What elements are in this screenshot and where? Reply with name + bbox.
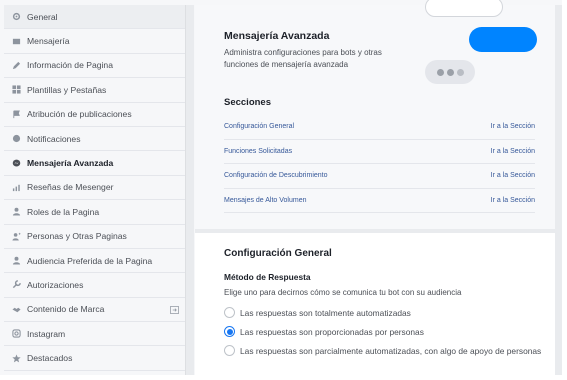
sidebar-item-label: Plantillas y Pestañas [27, 84, 107, 95]
sidebar-item-label: Autorizaciones [27, 279, 84, 290]
radio-button[interactable] [224, 345, 235, 356]
section-row: Configuración General Ir a la Sección [224, 115, 535, 140]
go-to-section-link[interactable]: Ir a la Sección [491, 123, 535, 130]
section-row: Mensajes de Alto Volumen Ir a la Sección [224, 189, 535, 213]
typing-dot [436, 68, 444, 76]
sidebar-item-attribution[interactable]: Atribución de publicaciones [4, 103, 185, 127]
wrench-icon [12, 280, 21, 289]
window-edge [0, 375, 567, 380]
sidebar-item-featured[interactable]: Destacados [4, 346, 185, 371]
page-title: Mensajería Avanzada [224, 30, 330, 42]
person-icon [12, 207, 21, 216]
radio-label: Las respuestas son totalmente automatiza… [240, 307, 411, 318]
section-row: Funciones Solicitadas Ir a la Sección [224, 140, 535, 164]
person-icon [12, 256, 21, 265]
radio-option-partial[interactable]: Las respuestas son parcialmente automati… [224, 341, 541, 360]
sidebar-item-label: Personas y Otras Paginas [27, 231, 127, 242]
sidebar-item-page-info[interactable]: Información de Pagina [4, 54, 185, 79]
sidebar-scrollbar[interactable] [186, 5, 194, 375]
star-icon [12, 354, 21, 363]
page-description: Administra configuraciones para bots y o… [224, 48, 382, 69]
response-method-heading: Método de Respuesta [224, 272, 311, 282]
people-icon [12, 232, 21, 241]
sidebar-item-label: Notificaciones [27, 133, 81, 144]
sidebar-item-people-pages[interactable]: Personas y Otras Paginas [4, 225, 185, 249]
radio-label: Las respuestas son proporcionadas por pe… [240, 326, 424, 337]
window-edge [562, 0, 567, 380]
sidebar-item-label: Destacados [27, 353, 73, 364]
sidebar-item-label: Atribución de publicaciones [27, 109, 132, 120]
sidebar-item-notifications[interactable]: Notificaciones [4, 127, 185, 152]
config-title: Configuración General [224, 248, 332, 259]
external-link-icon[interactable] [170, 305, 179, 314]
grid-icon [12, 85, 21, 94]
advanced-messaging-card: Mensajería Avanzada Administra configura… [195, 0, 555, 229]
section-name[interactable]: Funciones Solicitadas [224, 148, 292, 155]
sidebar-item-label: General [27, 11, 58, 22]
sidebar-item-label: Reseñas de Mesenger [27, 182, 114, 193]
settings-window: General Mensajería Información de Pagina… [0, 0, 567, 380]
messenger-icon [12, 159, 21, 168]
sidebar-item-label: Contenido de Marca [27, 304, 105, 315]
section-row: Configuración de Descubrimiento Ir a la … [224, 164, 535, 189]
radio-button-selected[interactable] [224, 326, 235, 337]
sidebar-item-messenger-reviews[interactable]: Reseñas de Mesenger [4, 176, 185, 201]
sidebar-item-templates[interactable]: Plantillas y Pestañas [4, 78, 185, 103]
sidebar-item-instagram[interactable]: Instagram [4, 322, 185, 347]
message-bubble-illustration [469, 27, 537, 52]
sidebar-item-label: Información de Pagina [27, 60, 113, 71]
radio-button[interactable] [224, 307, 235, 318]
response-method-description: Elige uno para decirnos cómo se comunica… [224, 288, 462, 297]
flag-icon [12, 110, 21, 119]
sidebar-item-page-roles[interactable]: Roles de la Pagina [4, 200, 185, 225]
bars-icon [12, 183, 21, 192]
radio-option-automated[interactable]: Las respuestas son totalmente automatiza… [224, 303, 541, 322]
sidebar-item-label: Mensajería Avanzada [27, 158, 114, 169]
sidebar-item-authorizations[interactable]: Autorizaciones [4, 273, 185, 298]
go-to-section-link[interactable]: Ir a la Sección [491, 172, 535, 179]
go-to-section-link[interactable]: Ir a la Sección [491, 148, 535, 155]
handshake-icon [12, 305, 21, 314]
radio-option-human[interactable]: Las respuestas son proporcionadas por pe… [224, 322, 541, 341]
sidebar-item-label: Roles de la Pagina [27, 206, 100, 217]
sidebar-item-label: Instagram [27, 328, 66, 339]
gear-icon [12, 12, 21, 21]
radio-label: Las respuestas son parcialmente automati… [240, 345, 542, 356]
typing-dot [456, 68, 464, 76]
sections-heading: Secciones [224, 97, 271, 108]
sidebar-item-label: Mensajería [27, 36, 70, 47]
response-method-options: Las respuestas son totalmente automatiza… [224, 303, 541, 360]
typing-dot [446, 68, 454, 76]
typing-indicator-illustration [425, 60, 475, 84]
sidebar-item-preferred-audience[interactable]: Audiencia Preferida de la Pagina [4, 249, 185, 274]
sections-list: Configuración General Ir a la Sección Fu… [224, 115, 535, 213]
section-name[interactable]: Mensajes de Alto Volumen [224, 197, 307, 204]
message-icon [12, 37, 21, 46]
sidebar-item-messaging[interactable]: Mensajería [4, 29, 185, 54]
instagram-icon [12, 329, 21, 338]
globe-icon [12, 134, 21, 143]
sidebar-item-general[interactable]: General [4, 5, 185, 30]
section-name[interactable]: Configuración de Descubrimiento [224, 172, 328, 179]
sidebar-item-branded-content[interactable]: Contenido de Marca [4, 298, 185, 323]
pencil-icon [12, 61, 21, 70]
sidebar-item-advanced-messaging[interactable]: Mensajería Avanzada [4, 151, 185, 176]
section-name[interactable]: Configuración General [224, 123, 294, 130]
sidebar-item-label: Audiencia Preferida de la Pagina [27, 255, 153, 266]
go-to-section-link[interactable]: Ir a la Sección [491, 197, 535, 204]
preview-bubble [425, 0, 503, 17]
settings-sidebar: General Mensajería Información de Pagina… [4, 5, 186, 375]
